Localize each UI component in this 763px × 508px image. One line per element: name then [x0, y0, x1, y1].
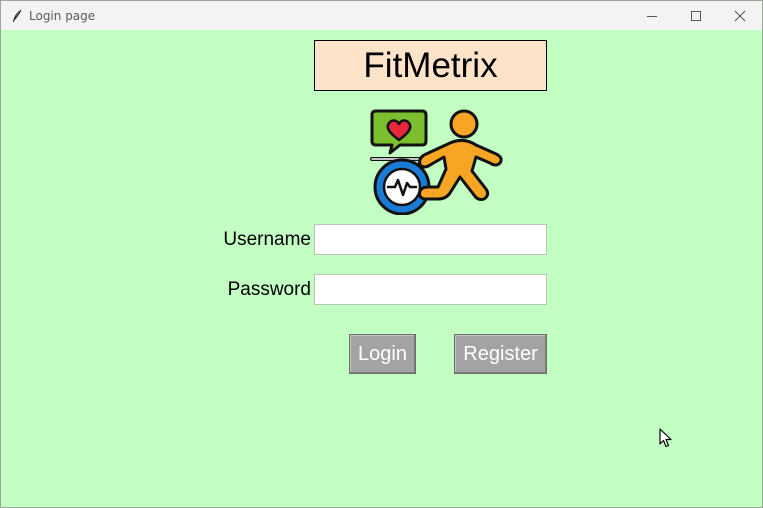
window-title: Login page — [29, 8, 96, 23]
fitness-runner-heart-icon — [366, 107, 508, 216]
password-input[interactable] — [314, 274, 547, 305]
app-title: FitMetrix — [314, 40, 547, 91]
password-label: Password — [227, 279, 311, 300]
window-controls — [630, 1, 762, 30]
close-icon — [734, 10, 746, 21]
minimize-icon — [647, 15, 657, 17]
mouse-pointer-icon — [659, 428, 673, 453]
maximize-icon — [691, 10, 701, 21]
title-bar[interactable]: Login page — [1, 1, 762, 30]
login-window: Login page FitMetrix Username Password L… — [0, 0, 763, 508]
minimize-button[interactable] — [630, 1, 674, 30]
feather-icon — [9, 8, 25, 24]
username-input[interactable] — [314, 224, 547, 255]
login-button[interactable]: Login — [349, 334, 416, 374]
maximize-button[interactable] — [674, 1, 718, 30]
close-button[interactable] — [718, 1, 762, 30]
register-button[interactable]: Register — [454, 334, 547, 374]
username-label: Username — [223, 229, 311, 250]
